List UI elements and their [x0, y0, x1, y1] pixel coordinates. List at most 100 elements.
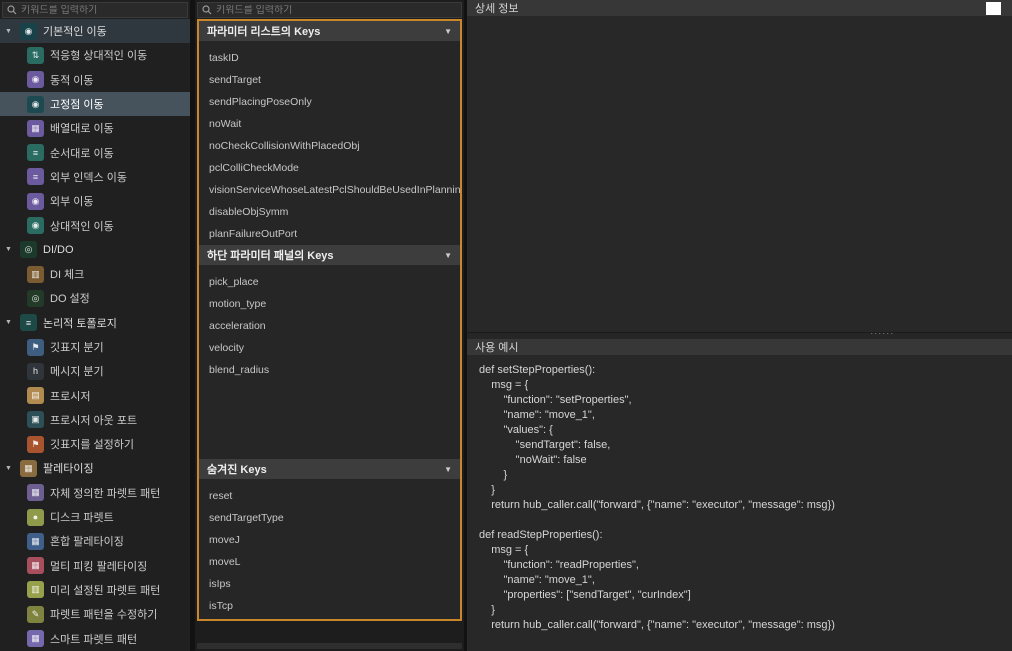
key-item[interactable]: pclColliCheckMode	[199, 157, 460, 179]
key-item[interactable]: reset	[199, 485, 460, 507]
step-icon: ≡	[27, 168, 44, 185]
group-row[interactable]: ▼▦팔레타이징	[0, 456, 190, 480]
group-label: 기본적인 이동	[43, 23, 107, 39]
step-label: 깃표지를 설정하기	[50, 436, 134, 452]
location-pin-icon: ◉	[20, 23, 37, 40]
step-item[interactable]: ◉외부 이동	[0, 189, 190, 213]
step-item[interactable]: ◉동적 이동	[0, 68, 190, 92]
step-icon: ▦	[27, 120, 44, 137]
step-item[interactable]: ▤프로시저	[0, 383, 190, 407]
key-item[interactable]: planFailureOutPort	[199, 223, 460, 245]
step-label: 자체 정의한 파렛트 패턴	[50, 485, 160, 501]
key-item[interactable]: sendPlacingPoseOnly	[199, 91, 460, 113]
chevron-down-icon[interactable]: ▼	[5, 465, 14, 472]
group-row[interactable]: ▼◎DI/DO	[0, 238, 190, 262]
key-item[interactable]: taskID	[199, 47, 460, 69]
group-row[interactable]: ▼ ◉ 기본적인 이동	[0, 19, 190, 43]
key-item[interactable]: noWait	[199, 113, 460, 135]
step-icon: ⚑	[27, 339, 44, 356]
step-item[interactable]: ▣ 프로시저 아웃 포트	[0, 408, 190, 432]
step-item[interactable]: ▦스마트 파렛트 패턴	[0, 626, 190, 650]
search-icon	[7, 5, 17, 15]
detail-panel: 상세 정보 ······ 사용 예시 def setStepProperties…	[467, 0, 1012, 651]
key-item[interactable]: noCheckCollisionWithPlacedObj	[199, 135, 460, 157]
keys-list-container: 파라미터 리스트의 Keys▼taskIDsendTargetsendPlaci…	[197, 19, 462, 621]
chevron-down-icon[interactable]: ▼	[444, 465, 452, 474]
step-item[interactable]: ▦배열대로 이동	[0, 116, 190, 140]
keys-search[interactable]	[197, 2, 462, 18]
step-label: 혼합 팔레타이징	[50, 533, 124, 549]
step-item[interactable]: ◎DO 설정	[0, 286, 190, 310]
step-label: 스마트 파렛트 패턴	[50, 631, 137, 647]
chevron-down-icon[interactable]: ▼	[444, 27, 452, 36]
chevron-down-icon[interactable]: ▼	[5, 319, 14, 326]
key-item[interactable]: sendTargetType	[199, 507, 460, 529]
chevron-down-icon[interactable]: ▼	[5, 246, 14, 253]
detail-header: 상세 정보	[467, 0, 1012, 16]
step-item[interactable]: ▥DI 체크	[0, 262, 190, 286]
step-item[interactable]: ▦혼합 팔레타이징	[0, 529, 190, 553]
usage-title: 사용 예시	[475, 339, 519, 355]
horizontal-scrollbar[interactable]	[197, 643, 462, 649]
search-icon	[202, 5, 212, 15]
step-item[interactable]: ✎파렛트 패턴을 수정하기	[0, 602, 190, 626]
section-header[interactable]: 숨겨진 Keys▼	[199, 459, 460, 479]
step-label: 깃표지 분기	[50, 339, 104, 355]
step-label: 프로시저 아웃 포트	[50, 412, 137, 428]
key-item[interactable]: motion_type	[199, 293, 460, 315]
step-item[interactable]: h메시지 분기	[0, 359, 190, 383]
step-item[interactable]: ⇅적응형 상대적인 이동	[0, 43, 190, 67]
key-item[interactable]: velocity	[199, 337, 460, 359]
step-icon: ▣	[27, 411, 44, 428]
step-item[interactable]: ▦멀티 피킹 팔레타이징	[0, 554, 190, 578]
key-item[interactable]: isIps	[199, 573, 460, 595]
step-item[interactable]: ◉고정점 이동	[0, 92, 190, 116]
section-header[interactable]: 하단 파라미터 패널의 Keys▼	[199, 245, 460, 265]
layers-icon: ≡	[20, 314, 37, 331]
detail-action-button[interactable]	[986, 2, 1001, 15]
usage-header: 사용 예시	[467, 339, 1012, 355]
step-label: 외부 이동	[50, 193, 94, 209]
step-item[interactable]: ⚑ 깃표지 분기	[0, 335, 190, 359]
step-icon: ⇅	[27, 47, 44, 64]
key-item[interactable]: sendTarget	[199, 69, 460, 91]
step-item[interactable]: ▥ 미리 설정된 파렛트 패턴	[0, 578, 190, 602]
chevron-down-icon[interactable]: ▼	[5, 28, 14, 35]
step-label: 상대적인 이동	[50, 218, 114, 234]
key-item[interactable]: moveJ	[199, 529, 460, 551]
step-item[interactable]: ◉상대적인 이동	[0, 213, 190, 237]
key-item[interactable]: blend_radius	[199, 359, 460, 381]
sidebar-search-input[interactable]	[21, 5, 183, 16]
empty-space	[199, 381, 460, 459]
step-icon: ≡	[27, 144, 44, 161]
step-item[interactable]: ≡외부 인덱스 이동	[0, 165, 190, 189]
key-item[interactable]: disableObjSymm	[199, 201, 460, 223]
step-icon: h	[27, 363, 44, 380]
step-item[interactable]: ▦자체 정의한 파렛트 패턴	[0, 481, 190, 505]
step-library-sidebar: ▼ ◉ 기본적인 이동 ⇅적응형 상대적인 이동◉동적 이동◉고정점 이동▦배열대로 …	[0, 0, 195, 651]
step-icon: ▥	[27, 581, 44, 598]
section-header[interactable]: 파라미터 리스트의 Keys▼	[199, 21, 460, 41]
step-icon: ▦	[27, 557, 44, 574]
detail-title: 상세 정보	[475, 0, 519, 16]
step-item[interactable]: ≡ 순서대로 이동	[0, 140, 190, 164]
section-title: 파라미터 리스트의 Keys	[207, 23, 444, 39]
section-title: 하단 파라미터 패널의 Keys	[207, 247, 444, 263]
group-row[interactable]: ▼≡논리적 토폴로지	[0, 311, 190, 335]
detail-content-area	[467, 16, 1012, 333]
key-item[interactable]: isTcp	[199, 595, 460, 617]
step-item[interactable]: ⚑깃표지를 설정하기	[0, 432, 190, 456]
step-label: 순서대로 이동	[50, 145, 114, 161]
key-item[interactable]: visionServiceWhoseLatestPclShouldBeUsedI…	[199, 179, 460, 201]
key-item[interactable]: moveL	[199, 551, 460, 573]
chevron-down-icon[interactable]: ▼	[444, 251, 452, 260]
key-item[interactable]: pick_place	[199, 271, 460, 293]
step-icon: ▥	[27, 266, 44, 283]
keys-search-input[interactable]	[216, 5, 457, 16]
step-icon: ◉	[27, 96, 44, 113]
sidebar-search[interactable]	[2, 2, 188, 18]
step-item[interactable]: ●디스크 파렛트	[0, 505, 190, 529]
step-icon: ●	[27, 509, 44, 526]
step-label: 미리 설정된 파렛트 패턴	[50, 582, 160, 598]
key-item[interactable]: acceleration	[199, 315, 460, 337]
